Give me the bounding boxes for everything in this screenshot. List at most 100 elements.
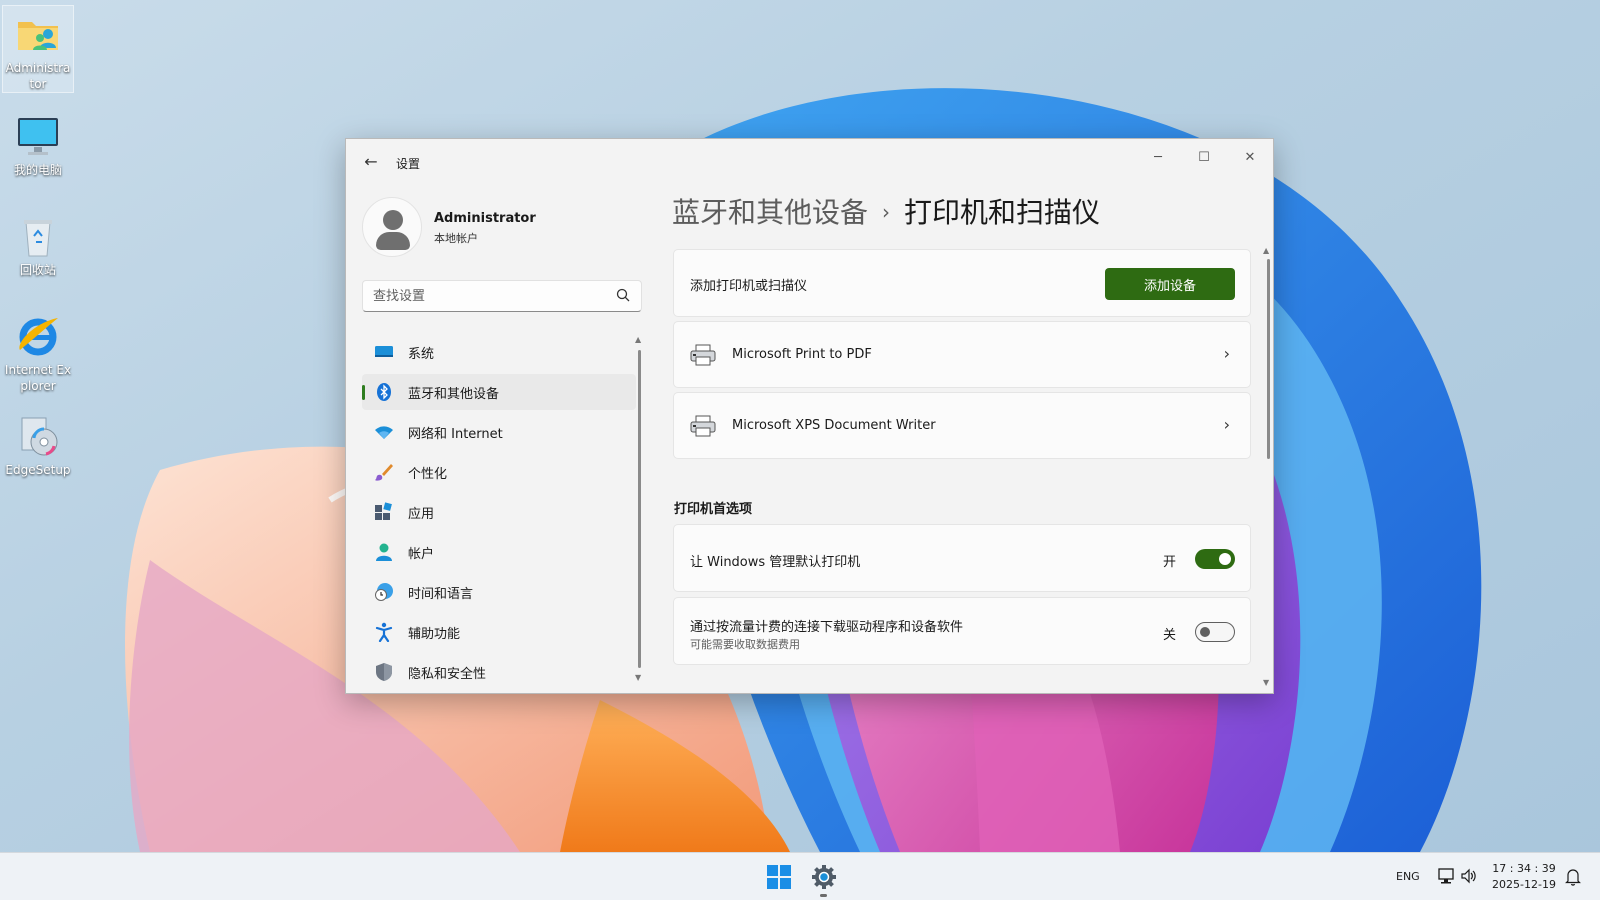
clock[interactable]: 17 : 34 : 39 2025-12-19 <box>1490 861 1558 893</box>
metered-download-toggle[interactable] <box>1195 622 1235 642</box>
search-box[interactable] <box>362 280 642 312</box>
settings-window: ← 设置 ─ ☐ ✕ Administrator 本地帐户 系统 蓝牙和其他设备… <box>345 138 1274 694</box>
windows-logo-tile <box>780 878 791 889</box>
pref-label: 让 Windows 管理默认打印机 <box>690 555 861 570</box>
printer-icon <box>690 344 716 366</box>
avatar-head <box>383 210 403 230</box>
nav-label: 蓝牙和其他设备 <box>408 386 500 402</box>
computer-icon <box>14 112 62 160</box>
nav-label: 网络和 Internet <box>408 426 503 442</box>
accessibility-icon <box>375 622 393 642</box>
windows-logo-tile <box>780 865 791 876</box>
network-icon[interactable] <box>1437 867 1455 885</box>
printer-row-xps[interactable]: Microsoft XPS Document Writer › <box>673 392 1251 459</box>
nav-item-time-language[interactable]: 时间和语言 <box>362 574 636 610</box>
printer-name: Microsoft Print to PDF <box>732 347 872 362</box>
input-language[interactable]: ENG <box>1396 870 1420 883</box>
running-indicator <box>820 894 827 897</box>
avatar[interactable] <box>362 197 422 257</box>
breadcrumb-separator: › <box>882 200 891 224</box>
nav-item-accounts[interactable]: 帐户 <box>362 534 636 570</box>
toggle-knob <box>1200 627 1210 637</box>
pref-label: 通过按流量计费的连接下载驱动程序和设备软件 <box>690 620 964 635</box>
window-title: 设置 <box>396 157 421 171</box>
avatar-body <box>376 232 410 250</box>
desktop-icon-edgesetup[interactable]: EdgeSetup <box>3 408 73 478</box>
nav-item-personalization[interactable]: 个性化 <box>362 454 636 490</box>
default-printer-toggle[interactable] <box>1195 549 1235 569</box>
shield-icon <box>376 663 392 681</box>
wifi-icon <box>375 426 393 439</box>
breadcrumb-parent[interactable]: 蓝牙和其他设备 <box>672 196 868 229</box>
scroll-thumb[interactable] <box>1267 259 1270 459</box>
nav-item-system[interactable]: 系统 <box>362 334 636 370</box>
desktop-icon-label: 回收站 <box>19 263 56 277</box>
close-icon[interactable]: ✕ <box>1227 143 1273 173</box>
desktop-icon-administrator[interactable]: Administrator <box>2 5 74 93</box>
scroll-up-icon[interactable]: ▲ <box>1263 247 1269 255</box>
taskbar-settings-button[interactable] <box>810 863 838 897</box>
bluetooth-icon <box>377 383 391 401</box>
profile-account-type: 本地帐户 <box>434 232 478 245</box>
desktop-icon-label: 我的电脑 <box>13 163 62 177</box>
nav-item-accessibility[interactable]: 辅助功能 <box>362 614 636 650</box>
pref-sublabel: 可能需要收取数据费用 <box>690 638 800 651</box>
toggle-knob <box>1219 553 1231 565</box>
pref-row-metered-download: 通过按流量计费的连接下载驱动程序和设备软件 可能需要收取数据费用 关 <box>673 597 1251 665</box>
nav-label: 辅助功能 <box>408 626 461 642</box>
windows-logo-tile <box>767 878 778 889</box>
account-icon <box>376 543 392 561</box>
desktop-icon-label: Administrator <box>5 61 71 91</box>
maximize-icon[interactable]: ☐ <box>1181 143 1227 173</box>
search-icon[interactable] <box>615 287 631 303</box>
add-printer-label: 添加打印机或扫描仪 <box>690 279 808 294</box>
printer-icon <box>690 415 716 437</box>
nav-label: 应用 <box>408 506 435 522</box>
internet-explorer-icon <box>14 312 62 360</box>
system-icon <box>375 346 393 357</box>
volume-icon[interactable] <box>1460 867 1478 885</box>
start-button[interactable] <box>767 865 791 889</box>
scroll-down-icon[interactable]: ▼ <box>1263 679 1269 687</box>
nav-item-apps[interactable]: 应用 <box>362 494 636 530</box>
gear-icon <box>812 865 836 889</box>
notification-bell-icon[interactable] <box>1565 868 1581 886</box>
search-input[interactable] <box>363 281 593 311</box>
minimize-icon[interactable]: ─ <box>1135 143 1181 173</box>
recycle-bin-icon <box>14 212 62 260</box>
pref-row-default-printer: 让 Windows 管理默认打印机 开 <box>673 524 1251 592</box>
section-heading: 打印机首选项 <box>674 502 753 517</box>
breadcrumb: 蓝牙和其他设备 › 打印机和扫描仪 <box>672 193 1100 235</box>
content-scrollbar[interactable]: ▲ ▼ <box>1263 247 1273 687</box>
nav-item-network[interactable]: 网络和 Internet <box>362 414 636 450</box>
desktop-icon-label: EdgeSetup <box>5 463 71 477</box>
settings-nav: 系统 蓝牙和其他设备 网络和 Internet 个性化 应用 帐户 时间和语言 <box>362 334 636 693</box>
desktop-icon-internet-explorer[interactable]: Internet Explorer <box>3 308 73 394</box>
nav-item-privacy[interactable]: 隐私和安全性 <box>362 654 636 690</box>
title-bar: ← 设置 ─ ☐ ✕ <box>346 139 1273 187</box>
nav-label: 系统 <box>408 346 435 362</box>
page-title: 打印机和扫描仪 <box>904 196 1101 229</box>
nav-label: 个性化 <box>408 466 448 482</box>
clock-globe-icon <box>375 583 393 601</box>
clock-date: 2025-12-19 <box>1492 878 1556 891</box>
nav-scrollbar[interactable]: ▲ ▼ <box>635 336 644 682</box>
add-device-button[interactable]: 添加设备 <box>1105 268 1235 300</box>
installer-icon <box>14 412 62 460</box>
scroll-up-icon[interactable]: ▲ <box>635 336 641 344</box>
chevron-right-icon: › <box>1223 344 1230 363</box>
nav-label: 隐私和安全性 <box>408 666 487 682</box>
scroll-down-icon[interactable]: ▼ <box>635 674 641 682</box>
windows-logo-tile <box>767 865 778 876</box>
nav-item-bluetooth[interactable]: 蓝牙和其他设备 <box>362 374 636 410</box>
scroll-thumb[interactable] <box>638 350 641 668</box>
brush-icon <box>375 464 393 481</box>
desktop-icon-recycle-bin[interactable]: 回收站 <box>3 208 73 278</box>
printer-row-pdf[interactable]: Microsoft Print to PDF › <box>673 321 1251 388</box>
toggle-state-label: 关 <box>1162 628 1176 643</box>
user-folder-icon <box>14 10 62 58</box>
clock-time: 17 : 34 : 39 <box>1492 862 1556 875</box>
nav-label: 帐户 <box>408 546 435 562</box>
back-arrow-icon[interactable]: ← <box>360 151 382 173</box>
desktop-icon-my-computer[interactable]: 我的电脑 <box>3 108 73 178</box>
